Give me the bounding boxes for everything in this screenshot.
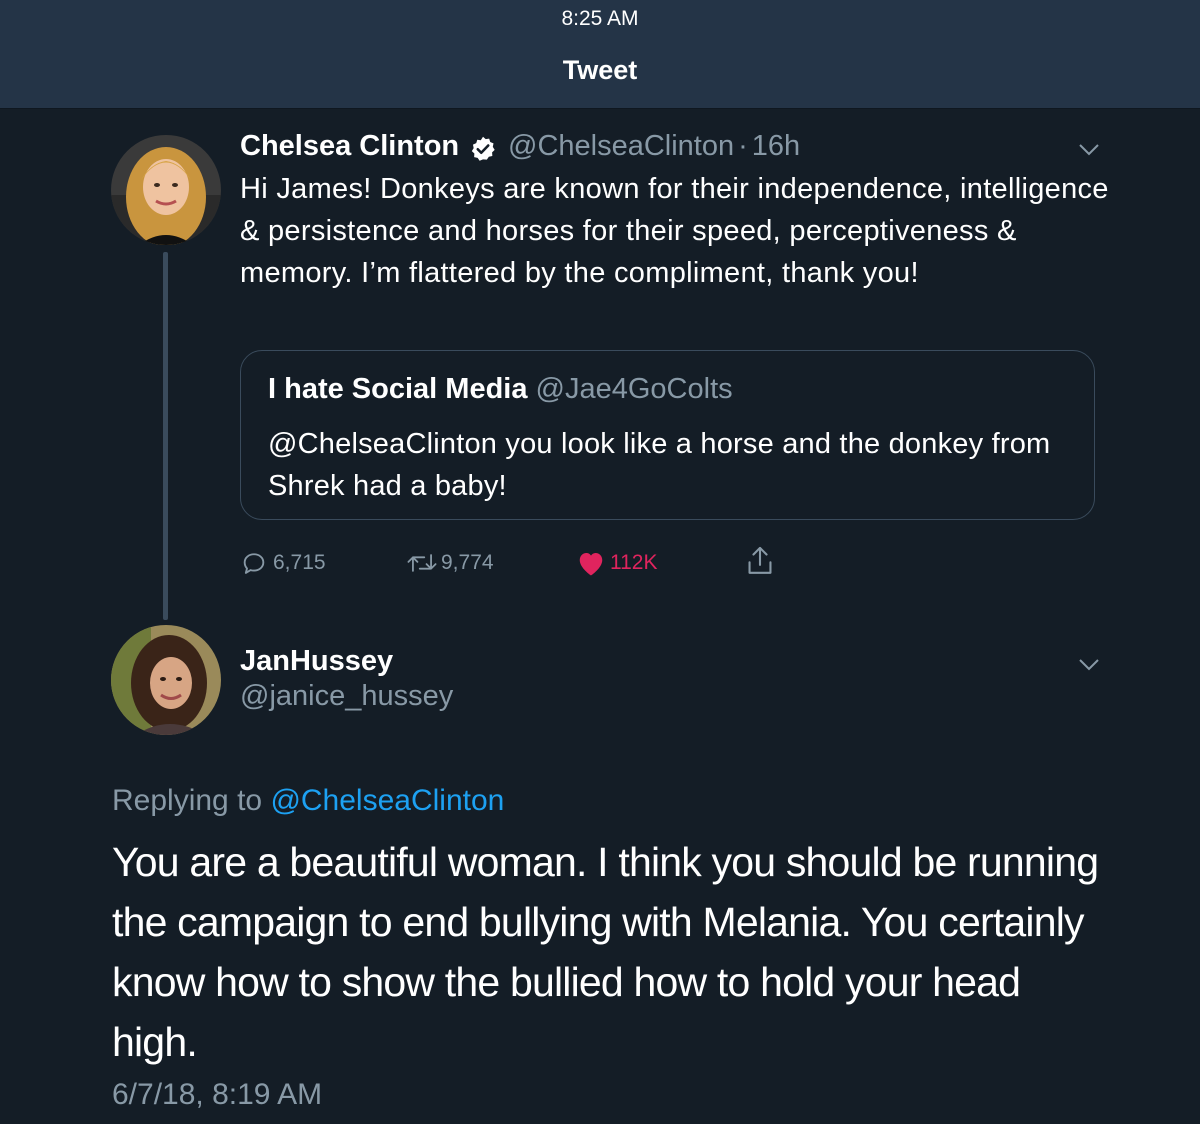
main-handle[interactable]: @ChelseaClinton: [508, 130, 734, 162]
thread-line: [163, 252, 168, 620]
quoted-header: I hate Social Media @Jae4GoColts: [268, 373, 733, 406]
quoted-tweet[interactable]: I hate Social Media @Jae4GoColts @Chelse…: [240, 350, 1095, 520]
page-title: Tweet: [562, 55, 638, 85]
reply-author-name[interactable]: JanHussey: [240, 645, 393, 678]
reply-button[interactable]: 6,715: [240, 548, 326, 578]
verified-badge-icon: [471, 136, 495, 161]
share-button[interactable]: [744, 546, 776, 576]
retweet-count: 9,774: [441, 551, 494, 574]
main-handle-line: @ChelseaClinton · 16h: [508, 130, 800, 163]
reply-timestamp: 6/7/18, 8:19 AM: [112, 1078, 323, 1111]
main-author-name[interactable]: Chelsea Clinton: [240, 130, 459, 163]
tweet-age[interactable]: 16h: [752, 130, 800, 162]
retweet-button[interactable]: 9,774: [405, 548, 494, 578]
chevron-down-icon[interactable]: [1078, 143, 1100, 157]
status-time: 8:25 AM: [561, 7, 639, 30]
top-bar: 8:25 AM Tweet: [0, 0, 1200, 109]
reply-handle[interactable]: @janice_hussey: [240, 680, 453, 713]
quoted-handle: @Jae4GoColts: [535, 373, 733, 405]
avatar-janhussey[interactable]: [111, 625, 221, 735]
retweet-icon: [407, 554, 437, 572]
replying-prefix: Replying to: [112, 784, 263, 817]
reply-icon: [243, 553, 265, 574]
like-button[interactable]: 112K: [576, 548, 658, 578]
quoted-author-name: I hate Social Media: [268, 373, 528, 405]
replying-to-line: Replying to @ChelseaClinton: [112, 784, 504, 818]
main-tweet-text: Hi James! Donkeys are known for their in…: [240, 173, 1109, 289]
avatar-chelsea[interactable]: [111, 135, 221, 245]
quoted-text: @ChelseaClinton you look like a horse an…: [268, 428, 1051, 502]
heart-icon: [579, 553, 603, 576]
reply-chevron-down-icon[interactable]: [1078, 658, 1100, 672]
share-icon: [748, 546, 772, 574]
replying-mention[interactable]: @ChelseaClinton: [270, 784, 504, 817]
dot-separator: ·: [738, 130, 748, 162]
reply-tweet-text: You are a beautiful woman. I think you s…: [112, 839, 1099, 1065]
reply-count: 6,715: [273, 551, 326, 574]
like-count: 112K: [610, 551, 658, 574]
